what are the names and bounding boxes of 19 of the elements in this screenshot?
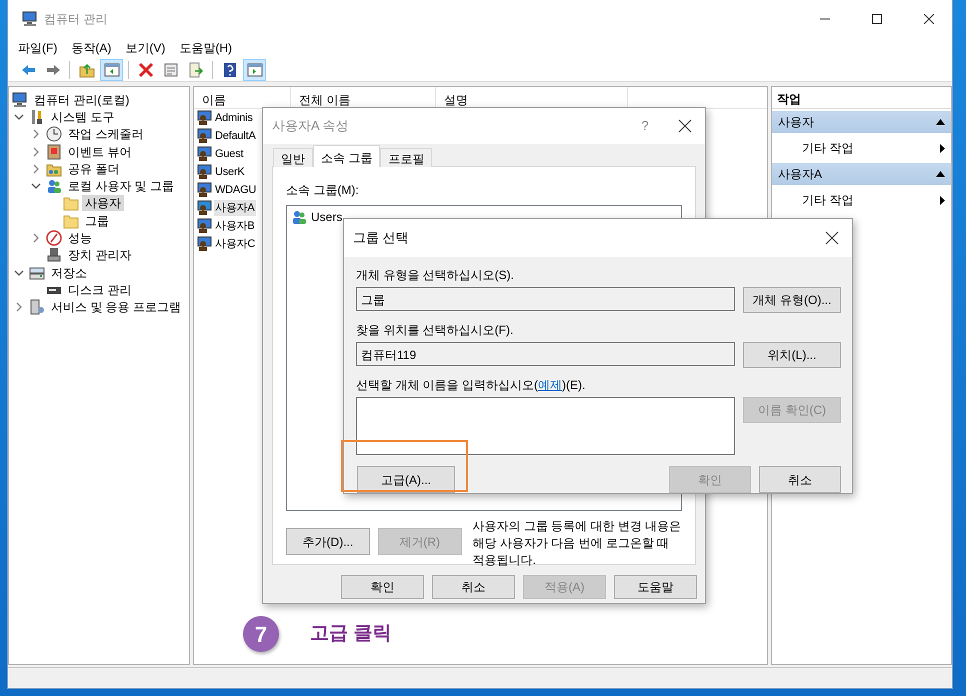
step-badge: 7	[243, 616, 279, 652]
dialog-button: 적용(A)	[523, 575, 606, 599]
dialog-title: 사용자A 속성	[272, 117, 349, 136]
dialog-button: 이름 확인(C)	[743, 397, 841, 423]
field-label: 개체 유형을 선택하십시오(S).	[356, 267, 515, 284]
dialog-button: 확인	[669, 466, 751, 493]
actions-title: 작업	[772, 87, 951, 109]
note-text: 사용자의 그룹 등록에 대한 변경 내용은 해당 사용자가 다음 번에 로그온할 때 적용됩니다.	[472, 518, 682, 569]
window-title: 컴퓨터 관리	[44, 11, 108, 28]
step-caption: 고급 클릭	[310, 622, 392, 646]
section-title: 사용자	[778, 114, 814, 131]
dialog-title: 그룹 선택	[353, 229, 409, 248]
action-label: 기타 작업	[802, 192, 854, 209]
field-label: 선택할 개체 이름을 입력하십시오(예제)(E).	[356, 377, 586, 394]
field-label: 소속 그룹(M):	[286, 182, 360, 199]
action-label: 기타 작업	[802, 140, 854, 157]
dialog-button: 제거(R)	[378, 528, 462, 555]
section-title: 사용자A	[778, 166, 822, 183]
field-label: 찾을 위치를 선택하십시오(F).	[356, 322, 514, 339]
